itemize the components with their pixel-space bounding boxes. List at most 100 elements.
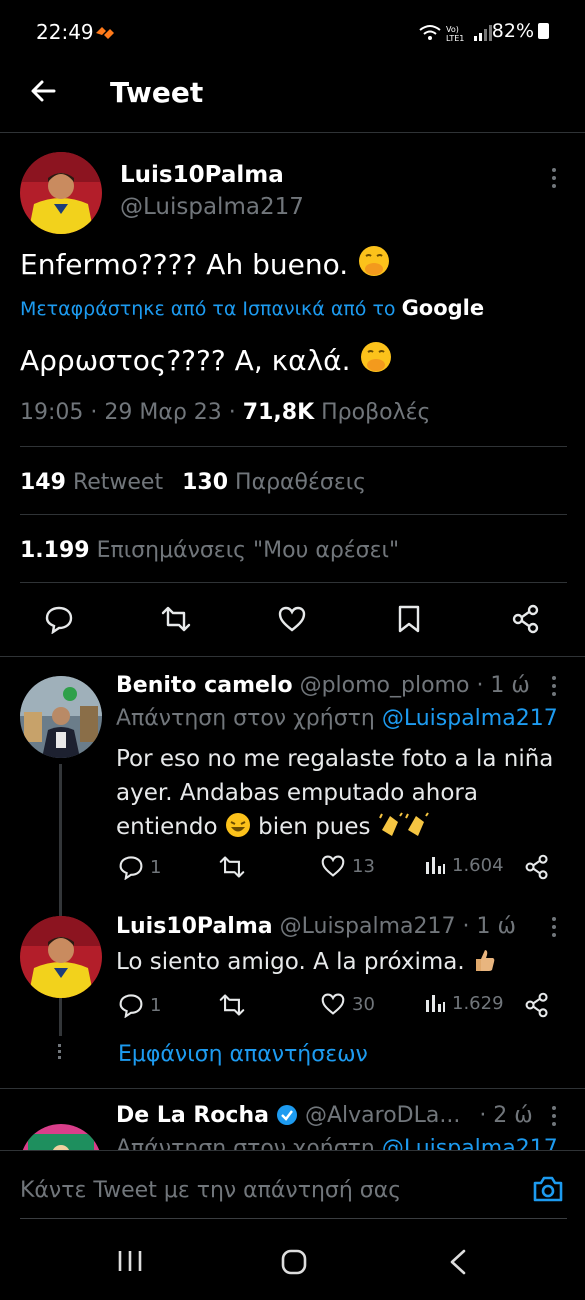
- face-with-hand-over-mouth-emoji: [361, 342, 392, 372]
- like-icon[interactable]: [277, 605, 307, 633]
- quote-count: 130: [182, 470, 229, 495]
- reply-icon[interactable]: [44, 604, 74, 634]
- more-options-icon[interactable]: [551, 168, 557, 192]
- replying-to: Απάντηση στον χρήστη @Luispalma217: [116, 706, 558, 731]
- author-avatar[interactable]: [20, 152, 102, 234]
- quote-label: Παραθέσεις: [235, 470, 367, 495]
- show-replies-link[interactable]: Εμφάνιση απαντήσεων: [118, 1042, 368, 1067]
- bookmark-icon[interactable]: [396, 604, 422, 634]
- reply-actions: 1 13 1.604: [116, 852, 556, 882]
- stats-divider: [20, 446, 567, 447]
- tweet-meta: 19:05 · 29 Μαρ 23 · 71,8K Προβολές: [20, 400, 430, 425]
- reply-display-name[interactable]: Benito camelo: [116, 673, 293, 698]
- reply-text: Lo siento amigo. A la próxima.: [116, 947, 496, 975]
- signal-wifi-icon: Vo) LTE1: [419, 25, 492, 43]
- translated-text: Αρρωστος???? Α, καλά.: [20, 340, 393, 377]
- reply-handle[interactable]: @plomo_plomo: [300, 673, 470, 698]
- reply-icon: [119, 856, 143, 880]
- views-button[interactable]: 1.629: [424, 992, 504, 1014]
- back-arrow-icon[interactable]: [28, 76, 58, 106]
- author-display-name[interactable]: Luis10Palma: [120, 162, 284, 188]
- thread-divider: [0, 1088, 585, 1089]
- more-options-icon[interactable]: [551, 917, 557, 941]
- stats-divider-3: [20, 582, 567, 583]
- like-count: 30: [352, 993, 375, 1015]
- replying-to-handle[interactable]: @Luispalma217: [382, 706, 558, 731]
- reply-text-line: ayer. Andabas emputado ahora: [116, 780, 478, 806]
- rolling-laughing-emoji: [225, 813, 250, 837]
- view-label: Προβολές: [321, 400, 431, 425]
- translated-text-content: Αρρωστος???? Α, καλά.: [20, 344, 351, 377]
- stats-divider-2: [20, 514, 567, 515]
- home-icon[interactable]: [280, 1248, 308, 1276]
- battery-text: 82%: [491, 20, 534, 42]
- retweet-button[interactable]: [218, 992, 246, 1018]
- svg-text:Vo): Vo): [446, 25, 459, 34]
- battery-icon: [538, 23, 549, 39]
- reply-text-line: Por eso no me regalaste foto a la niña: [116, 746, 554, 772]
- like-count: 13: [352, 855, 375, 877]
- author-handle[interactable]: @Luispalma217: [120, 194, 304, 220]
- thread-dots-icon: [58, 1044, 62, 1059]
- retweet-icon[interactable]: [160, 604, 192, 634]
- reply-age: · 1 ώ: [462, 914, 516, 939]
- composer-bottom-divider: [20, 1218, 567, 1219]
- engagement-stats: 149 Retweet 130 Παραθέσεις: [20, 470, 366, 495]
- reply-avatar[interactable]: [20, 916, 102, 998]
- quote-stat[interactable]: 130 Παραθέσεις: [182, 470, 366, 495]
- reply-header: Benito camelo @plomo_plomo · 1 ώ: [116, 673, 530, 698]
- reply-icon: [119, 994, 143, 1018]
- like-button[interactable]: 13: [320, 854, 375, 878]
- battery-level: 82%: [492, 20, 549, 42]
- reply-text-line: entiendo bien pues: [116, 810, 553, 844]
- retweet-count: 149: [20, 470, 66, 495]
- analytics-icon: [426, 995, 445, 1012]
- composer-top-divider: [0, 1150, 585, 1151]
- share-icon[interactable]: [524, 992, 550, 1018]
- reply-actions: 1 30 1.629: [116, 990, 556, 1020]
- like-stat[interactable]: 1.199 Επισημάνσεις "Μου αρέσει": [20, 538, 399, 563]
- more-options-icon[interactable]: [551, 1106, 557, 1130]
- thumbs-up-emoji: [475, 950, 495, 971]
- tweet-timestamp: 19:05 · 29 Μαρ 23 ·: [20, 400, 236, 425]
- view-count: 71,8K: [242, 400, 315, 425]
- retweet-stat[interactable]: 149 Retweet: [20, 470, 170, 495]
- clapping-hands-emoji: [378, 812, 429, 836]
- reply-display-name[interactable]: Luis10Palma: [116, 914, 273, 939]
- reply-text-content: Lo siento amigo. A la próxima.: [116, 949, 465, 975]
- reply-display-name[interactable]: De La Rocha: [116, 1103, 269, 1128]
- share-icon[interactable]: [524, 854, 550, 880]
- replying-to-label: Απάντηση στον χρήστη: [116, 706, 375, 731]
- actions-divider: [0, 656, 585, 657]
- reply-text-fragment: entiendo: [116, 814, 218, 840]
- translated-by-label[interactable]: Μεταφράστηκε από τα Ισπανικά από το: [20, 298, 396, 320]
- back-nav-icon[interactable]: [446, 1248, 470, 1276]
- tweet-text: Enfermo???? Ah bueno.: [20, 244, 391, 281]
- reply-text-fragment: bien pues: [258, 814, 371, 840]
- camera-icon[interactable]: [532, 1174, 564, 1204]
- reply-input[interactable]: Κάντε Tweet με την απάντησή σας: [20, 1178, 401, 1203]
- more-options-icon[interactable]: [551, 676, 557, 700]
- app-notification-icon: [96, 27, 114, 39]
- share-icon[interactable]: [511, 604, 541, 634]
- reply-age: · 1 ώ: [476, 673, 530, 698]
- retweet-icon: [219, 856, 245, 878]
- reply-button[interactable]: 1: [118, 992, 161, 1018]
- retweet-label: Retweet: [72, 470, 164, 495]
- views-button[interactable]: 1.604: [424, 854, 504, 876]
- like-count: 1.199: [20, 538, 90, 563]
- retweet-button[interactable]: [218, 854, 246, 880]
- reply-handle[interactable]: @Luispalma217: [280, 914, 456, 939]
- like-icon: [321, 855, 345, 877]
- reply-avatar[interactable]: [20, 676, 102, 758]
- reply-button[interactable]: 1: [118, 854, 161, 880]
- reply-header: Luis10Palma @Luispalma217 · 1 ώ: [116, 914, 516, 939]
- reply-handle[interactable]: @AlvaroDLa...: [305, 1103, 460, 1128]
- reply-age: · 2 ώ: [479, 1103, 533, 1128]
- google-logo: Google: [401, 296, 485, 320]
- like-button[interactable]: 30: [320, 992, 375, 1016]
- reply-header: De La Rocha @AlvaroDLa... · 2 ώ: [116, 1103, 533, 1128]
- recent-apps-icon[interactable]: [116, 1248, 144, 1274]
- reply-text: Por eso no me regalaste foto a la niña a…: [116, 742, 553, 844]
- page-title: Tweet: [110, 76, 204, 109]
